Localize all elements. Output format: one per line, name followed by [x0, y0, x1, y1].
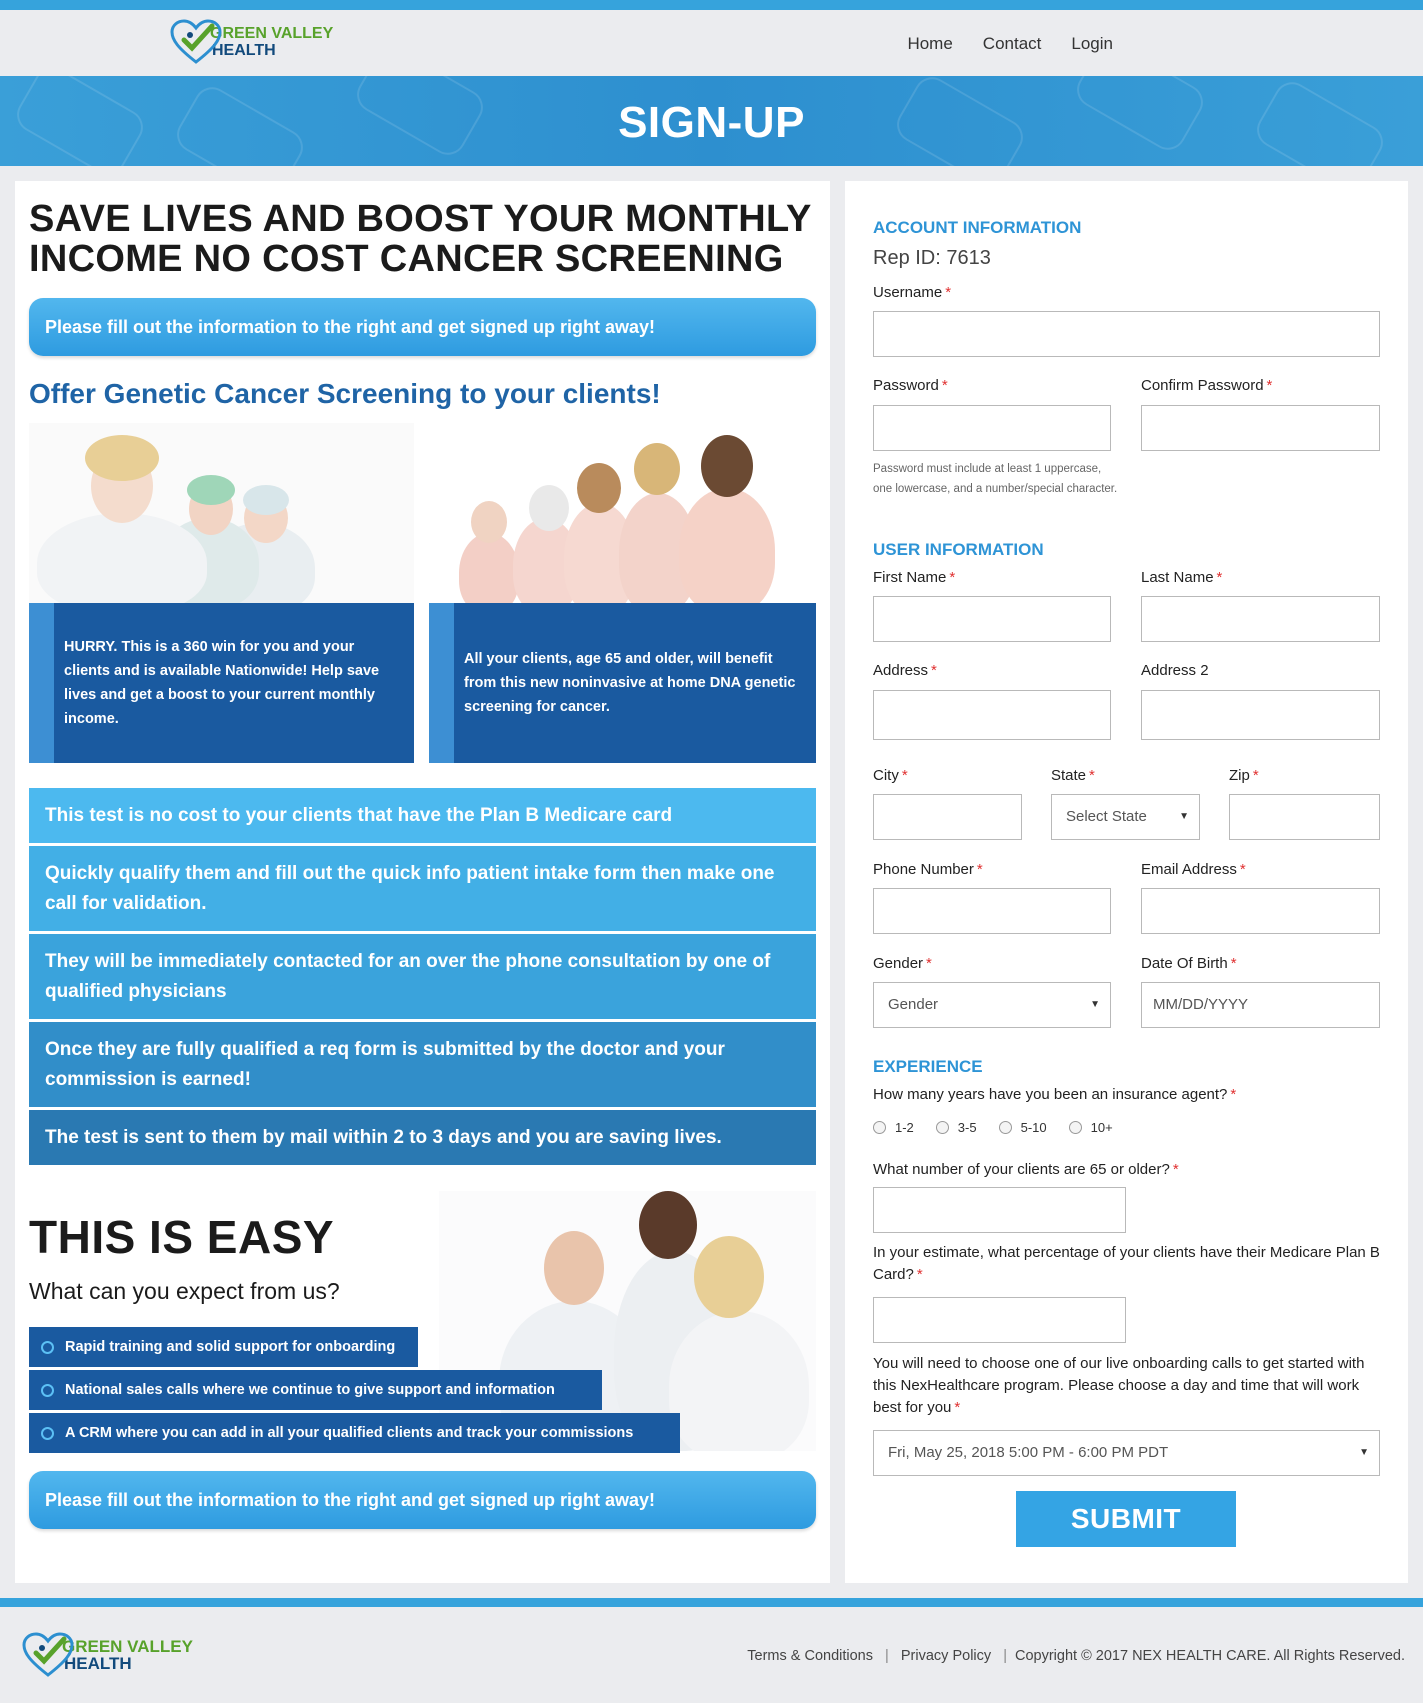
first-name-input[interactable]	[873, 596, 1111, 642]
caret-down-icon: ▼	[1179, 811, 1189, 822]
years-question: How many years have you been an insuranc…	[873, 1086, 1237, 1103]
radio-icon	[873, 1121, 886, 1134]
info-box-clients-text: All your clients, age 65 and older, will…	[464, 651, 796, 715]
info-box-clients: All your clients, age 65 and older, will…	[429, 603, 816, 763]
password-input[interactable]	[873, 405, 1111, 451]
step-item: The test is sent to them by mail within …	[29, 1110, 816, 1165]
zip-input[interactable]	[1229, 794, 1380, 840]
doctors-photo	[439, 1191, 816, 1451]
rep-id: Rep ID: 7613	[873, 247, 991, 269]
username-input[interactable]	[873, 311, 1380, 357]
info-column: SAVE LIVES AND BOOST YOUR MONTHLY INCOME…	[15, 181, 830, 1583]
info-box-hurry-text: HURRY. This is a 360 win for you and you…	[64, 639, 380, 727]
percent-question: In your estimate, what percentage of you…	[873, 1244, 1380, 1283]
experience-heading: EXPERIENCE	[873, 1057, 983, 1076]
years-option[interactable]: 1-2	[873, 1120, 914, 1135]
gender-label: Gender *	[873, 955, 932, 972]
site-header: GREEN VALLEY HEALTH Home Contact Login	[0, 10, 1423, 76]
site-footer: GREEN VALLEY HEALTH Terms & Conditions |…	[0, 1607, 1423, 1703]
headline: SAVE LIVES AND BOOST YOUR MONTHLY INCOME…	[29, 198, 811, 280]
percent-input[interactable]	[873, 1297, 1126, 1343]
main-nav: Home Contact Login	[907, 34, 1113, 54]
circle-bullet-icon	[41, 1340, 54, 1354]
signup-form: ACCOUNT INFORMATION Rep ID: 7613 Usernam…	[845, 181, 1408, 1583]
clients-question: What number of your clients are 65 or ol…	[873, 1161, 1179, 1178]
years-radio-group: 1-2 3-5 5-10 10+	[873, 1120, 1113, 1135]
benefit-item: Rapid training and solid support for onb…	[29, 1327, 418, 1367]
footer-stripe	[0, 1598, 1423, 1607]
submit-button[interactable]: SUBMIT	[1016, 1491, 1236, 1547]
confirm-password-input[interactable]	[1141, 405, 1380, 451]
phone-input[interactable]	[873, 888, 1111, 934]
logo-line1: GREEN VALLEY	[210, 25, 334, 42]
step-item: Once they are fully qualified a req form…	[29, 1022, 816, 1107]
cta-banner-top: Please fill out the information to the r…	[29, 298, 816, 356]
nav-home[interactable]: Home	[907, 34, 952, 54]
nav-login[interactable]: Login	[1071, 34, 1113, 54]
process-steps: This test is no cost to your clients tha…	[29, 788, 816, 1168]
benefit-item: National sales calls where we continue t…	[29, 1370, 602, 1410]
copyright-text: Copyright © 2017 NEX HEALTH CARE. All Ri…	[1015, 1648, 1405, 1664]
gender-select[interactable]: Gender ▼	[873, 982, 1111, 1028]
dob-label: Date Of Birth *	[1141, 955, 1237, 972]
terms-link[interactable]: Terms & Conditions	[747, 1648, 873, 1664]
info-box-hurry: HURRY. This is a 360 win for you and you…	[29, 603, 414, 763]
header-logo[interactable]: GREEN VALLEY HEALTH	[168, 18, 333, 66]
onboarding-text: You will need to choose one of our live …	[873, 1355, 1365, 1416]
page-title: SIGN-UP	[618, 98, 805, 147]
caret-down-icon: ▼	[1359, 1447, 1369, 1458]
user-info-heading: USER INFORMATION	[873, 540, 1044, 559]
city-label: City *	[873, 767, 908, 784]
radio-icon	[935, 1121, 949, 1134]
years-option[interactable]: 5-10	[998, 1120, 1047, 1135]
clients-input[interactable]	[873, 1187, 1126, 1233]
years-option[interactable]: 3-5	[935, 1120, 977, 1135]
last-name-label: Last Name *	[1141, 569, 1223, 586]
step-item: Quickly qualify them and fill out the qu…	[29, 846, 816, 931]
circle-bullet-icon	[41, 1383, 54, 1397]
confirm-password-label: Confirm Password *	[1141, 377, 1273, 394]
email-input[interactable]	[1141, 888, 1380, 934]
radio-icon	[1068, 1121, 1082, 1134]
password-label: Password *	[873, 377, 948, 394]
dob-input[interactable]: MM/DD/YYYY	[1141, 982, 1380, 1028]
footer-links: Terms & Conditions | Privacy Policy | Co…	[747, 1648, 1405, 1664]
password-hint: Password must include at least 1 upperca…	[873, 463, 1118, 495]
step-item: They will be immediately contacted for a…	[29, 934, 816, 1019]
phone-label: Phone Number *	[873, 861, 983, 878]
medical-staff-photo	[29, 423, 414, 603]
easy-heading: THIS IS EASY	[29, 1211, 335, 1263]
radio-icon	[998, 1121, 1012, 1134]
address2-input[interactable]	[1141, 690, 1380, 740]
privacy-link[interactable]: Privacy Policy	[901, 1648, 991, 1664]
top-stripe	[0, 0, 1423, 10]
heart-check-icon	[168, 18, 224, 66]
step-item: This test is no cost to your clients tha…	[29, 788, 816, 843]
state-select[interactable]: Select State ▼	[1051, 794, 1200, 840]
years-option[interactable]: 10+	[1068, 1120, 1113, 1135]
city-input[interactable]	[873, 794, 1022, 840]
logo-line2: HEALTH	[212, 42, 276, 59]
first-name-label: First Name *	[873, 569, 956, 586]
zip-label: Zip *	[1229, 767, 1259, 784]
address-label: Address *	[873, 662, 937, 679]
cta-banner-bottom: Please fill out the information to the r…	[29, 1471, 816, 1529]
state-label: State *	[1051, 767, 1095, 784]
onboarding-call-select[interactable]: Fri, May 25, 2018 5:00 PM - 6:00 PM PDT …	[873, 1430, 1380, 1476]
benefit-item: A CRM where you can add in all your qual…	[29, 1413, 680, 1453]
address-input[interactable]	[873, 690, 1111, 740]
address2-label: Address 2	[1141, 662, 1209, 679]
account-info-heading: ACCOUNT INFORMATION	[873, 218, 1082, 237]
email-label: Email Address *	[1141, 861, 1246, 878]
page-banner: SIGN-UP	[0, 76, 1423, 166]
caret-down-icon: ▼	[1090, 999, 1100, 1010]
expect-subheading: What can you expect from us?	[29, 1278, 340, 1304]
nav-contact[interactable]: Contact	[983, 34, 1042, 54]
women-group-photo	[429, 423, 816, 603]
circle-bullet-icon	[41, 1426, 54, 1440]
offer-subheading: Offer Genetic Cancer Screening to your c…	[29, 378, 661, 409]
last-name-input[interactable]	[1141, 596, 1380, 642]
username-label: Username *	[873, 284, 952, 301]
